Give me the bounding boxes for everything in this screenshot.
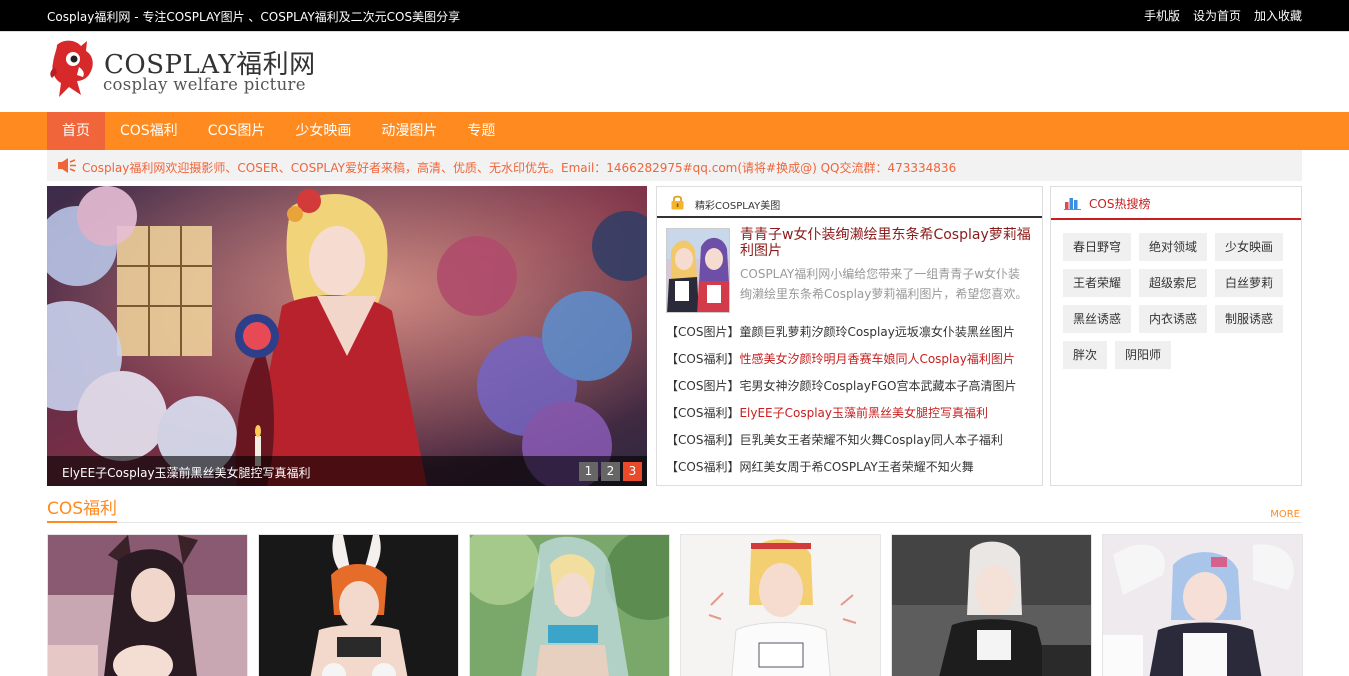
slider-caption-bar: ElyEE子Cosplay玉藻前黑丝美女腿控写真福利 1 2 3 <box>47 456 647 486</box>
list-item-category: 【COS福利】 <box>666 433 740 447</box>
notice-bar: Cosplay福利网欢迎摄影师、COSER、COSPLAY爱好者来稿，高清、优质… <box>47 150 1302 181</box>
list-item[interactable]: 【COS福利】巨乳美女王者荣耀不知火舞Cosplay同人本子福利 <box>666 429 1036 456</box>
hot-tag[interactable]: 胖次 <box>1063 341 1108 369</box>
featured-title[interactable]: 青青子w女仆装绚濑绘里东条希Cosplay萝莉福利图片 <box>740 227 1032 259</box>
hot-tag[interactable]: 白丝萝莉 <box>1215 269 1284 297</box>
gallery-card[interactable] <box>680 534 881 676</box>
hot-search-panel: COS热搜榜 春日野穹 绝对领域 少女映画 王者荣耀 超级索尼 白丝萝莉 黑丝诱… <box>1050 186 1302 486</box>
dragon-logo-icon[interactable] <box>49 37 99 99</box>
list-item-category: 【COS图片】 <box>666 379 740 393</box>
article-list: 【COS图片】童颜巨乳萝莉汐颜玲Cosplay远坂凛女仆装黑丝图片 【COS福利… <box>666 321 1036 483</box>
hot-search-title: COS热搜榜 <box>1089 197 1151 211</box>
hot-tag[interactable]: 内衣诱惑 <box>1139 305 1208 333</box>
featured-panel-title: 精彩COSPLAY美图 <box>695 201 781 212</box>
logo-subtitle: cosplay welfare picture <box>103 75 306 94</box>
site-slogan: Cosplay福利网 - 专注COSPLAY图片 、COSPLAY福利及二次元C… <box>47 10 461 24</box>
slider-dot-2[interactable]: 2 <box>601 462 620 481</box>
list-item[interactable]: 【COS福利】ElyEE子Cosplay玉藻前黑丝美女腿控写真福利 <box>666 402 1036 429</box>
image-gallery <box>47 534 1303 676</box>
hot-tag[interactable]: 超级索尼 <box>1139 269 1208 297</box>
gallery-card[interactable] <box>47 534 248 676</box>
site-header: COSPLAY福利网 cosplay welfare picture <box>0 31 1349 112</box>
nav-item-anime-pictures[interactable]: 动漫图片 <box>366 112 452 150</box>
nav-item-cos-welfare[interactable]: COS福利 <box>105 112 193 150</box>
cos-welfare-section-header: COS福利 MORE <box>47 497 1302 523</box>
set-homepage-link[interactable]: 设为首页 <box>1193 7 1241 24</box>
slider-caption[interactable]: ElyEE子Cosplay玉藻前黑丝美女腿控写真福利 <box>62 464 311 481</box>
list-item-category: 【COS福利】 <box>666 406 740 420</box>
top-links: 手机版 设为首页 加入收藏 <box>1144 7 1302 24</box>
list-item[interactable]: 【COS福利】性感美女汐颜玲明月香赛车娘同人Cosplay福利图片 <box>666 348 1036 375</box>
gallery-card[interactable] <box>469 534 670 676</box>
notice-text: Cosplay福利网欢迎摄影师、COSER、COSPLAY爱好者来稿，高清、优质… <box>82 161 957 175</box>
list-item-category: 【COS图片】 <box>666 325 740 339</box>
list-item-category: 【COS福利】 <box>666 460 740 474</box>
featured-panel: 精彩COSPLAY美图 青青子w女仆装绚濑绘里东条希Cosplay萝莉福利图片 … <box>656 186 1043 486</box>
hot-tag[interactable]: 制服诱惑 <box>1215 305 1284 333</box>
hot-tag[interactable]: 春日野穹 <box>1063 233 1132 261</box>
list-item[interactable]: 【COS图片】童颜巨乳萝莉汐颜玲Cosplay远坂凛女仆装黑丝图片 <box>666 321 1036 348</box>
featured-thumbnail[interactable] <box>666 228 730 313</box>
gallery-card[interactable] <box>1102 534 1303 676</box>
slider-dot-3[interactable]: 3 <box>623 462 642 481</box>
hot-tag-cloud: 春日野穹 绝对领域 少女映画 王者荣耀 超级索尼 白丝萝莉 黑丝诱惑 内衣诱惑 … <box>1063 233 1295 369</box>
section-title[interactable]: COS福利 <box>47 497 118 523</box>
hot-tag[interactable]: 黑丝诱惑 <box>1063 305 1132 333</box>
slider-image[interactable] <box>47 186 647 486</box>
top-bar: Cosplay福利网 - 专注COSPLAY图片 、COSPLAY福利及二次元C… <box>0 0 1349 31</box>
main-nav: 首页 COS福利 COS图片 少女映画 动漫图片 专题 <box>0 112 1349 150</box>
hot-search-header: COS热搜榜 <box>1051 187 1301 220</box>
hot-tag[interactable]: 少女映画 <box>1215 233 1284 261</box>
list-item-title[interactable]: 童颜巨乳萝莉汐颜玲Cosplay远坂凛女仆装黑丝图片 <box>739 325 1014 339</box>
bar-chart-icon <box>1064 198 1081 210</box>
add-favorite-link[interactable]: 加入收藏 <box>1254 7 1302 24</box>
lock-icon <box>671 195 684 210</box>
more-link[interactable]: MORE <box>1270 509 1300 520</box>
list-item-title[interactable]: 网红美女周于希COSPLAY王者荣耀不知火舞 <box>739 460 973 474</box>
list-item[interactable]: 【COS福利】网红美女周于希COSPLAY王者荣耀不知火舞 <box>666 456 1036 483</box>
hot-tag[interactable]: 王者荣耀 <box>1063 269 1132 297</box>
list-item-title[interactable]: 宅男女神汐颜玲CosplayFGO宫本武藏本子高清图片 <box>739 379 1016 393</box>
nav-item-topics[interactable]: 专题 <box>452 112 510 150</box>
list-item-title[interactable]: 巨乳美女王者荣耀不知火舞Cosplay同人本子福利 <box>739 433 1002 447</box>
list-item-title[interactable]: 性感美女汐颜玲明月香赛车娘同人Cosplay福利图片 <box>739 352 1014 366</box>
hero-slider[interactable]: ElyEE子Cosplay玉藻前黑丝美女腿控写真福利 1 2 3 <box>47 186 647 486</box>
mobile-version-link[interactable]: 手机版 <box>1144 7 1180 24</box>
list-item-category: 【COS福利】 <box>666 352 740 366</box>
nav-item-home[interactable]: 首页 <box>47 112 105 150</box>
speaker-icon <box>58 158 76 173</box>
nav-item-cos-pictures[interactable]: COS图片 <box>193 112 281 150</box>
slider-pagination: 1 2 3 <box>579 462 642 481</box>
slider-dot-1[interactable]: 1 <box>579 462 598 481</box>
list-item-title[interactable]: ElyEE子Cosplay玉藻前黑丝美女腿控写真福利 <box>739 406 988 420</box>
nav-item-girl-film[interactable]: 少女映画 <box>280 112 366 150</box>
hot-tag[interactable]: 绝对领域 <box>1139 233 1208 261</box>
gallery-card[interactable] <box>258 534 459 676</box>
featured-panel-header: 精彩COSPLAY美图 <box>657 187 1042 218</box>
gallery-card[interactable] <box>891 534 1092 676</box>
hot-tag[interactable]: 阴阳师 <box>1115 341 1172 369</box>
featured-description: COSPLAY福利网小编给您带来了一组青青子w女仆装绚濑绘里东条希Cosplay… <box>740 267 1028 301</box>
list-item[interactable]: 【COS图片】宅男女神汐颜玲CosplayFGO宫本武藏本子高清图片 <box>666 375 1036 402</box>
